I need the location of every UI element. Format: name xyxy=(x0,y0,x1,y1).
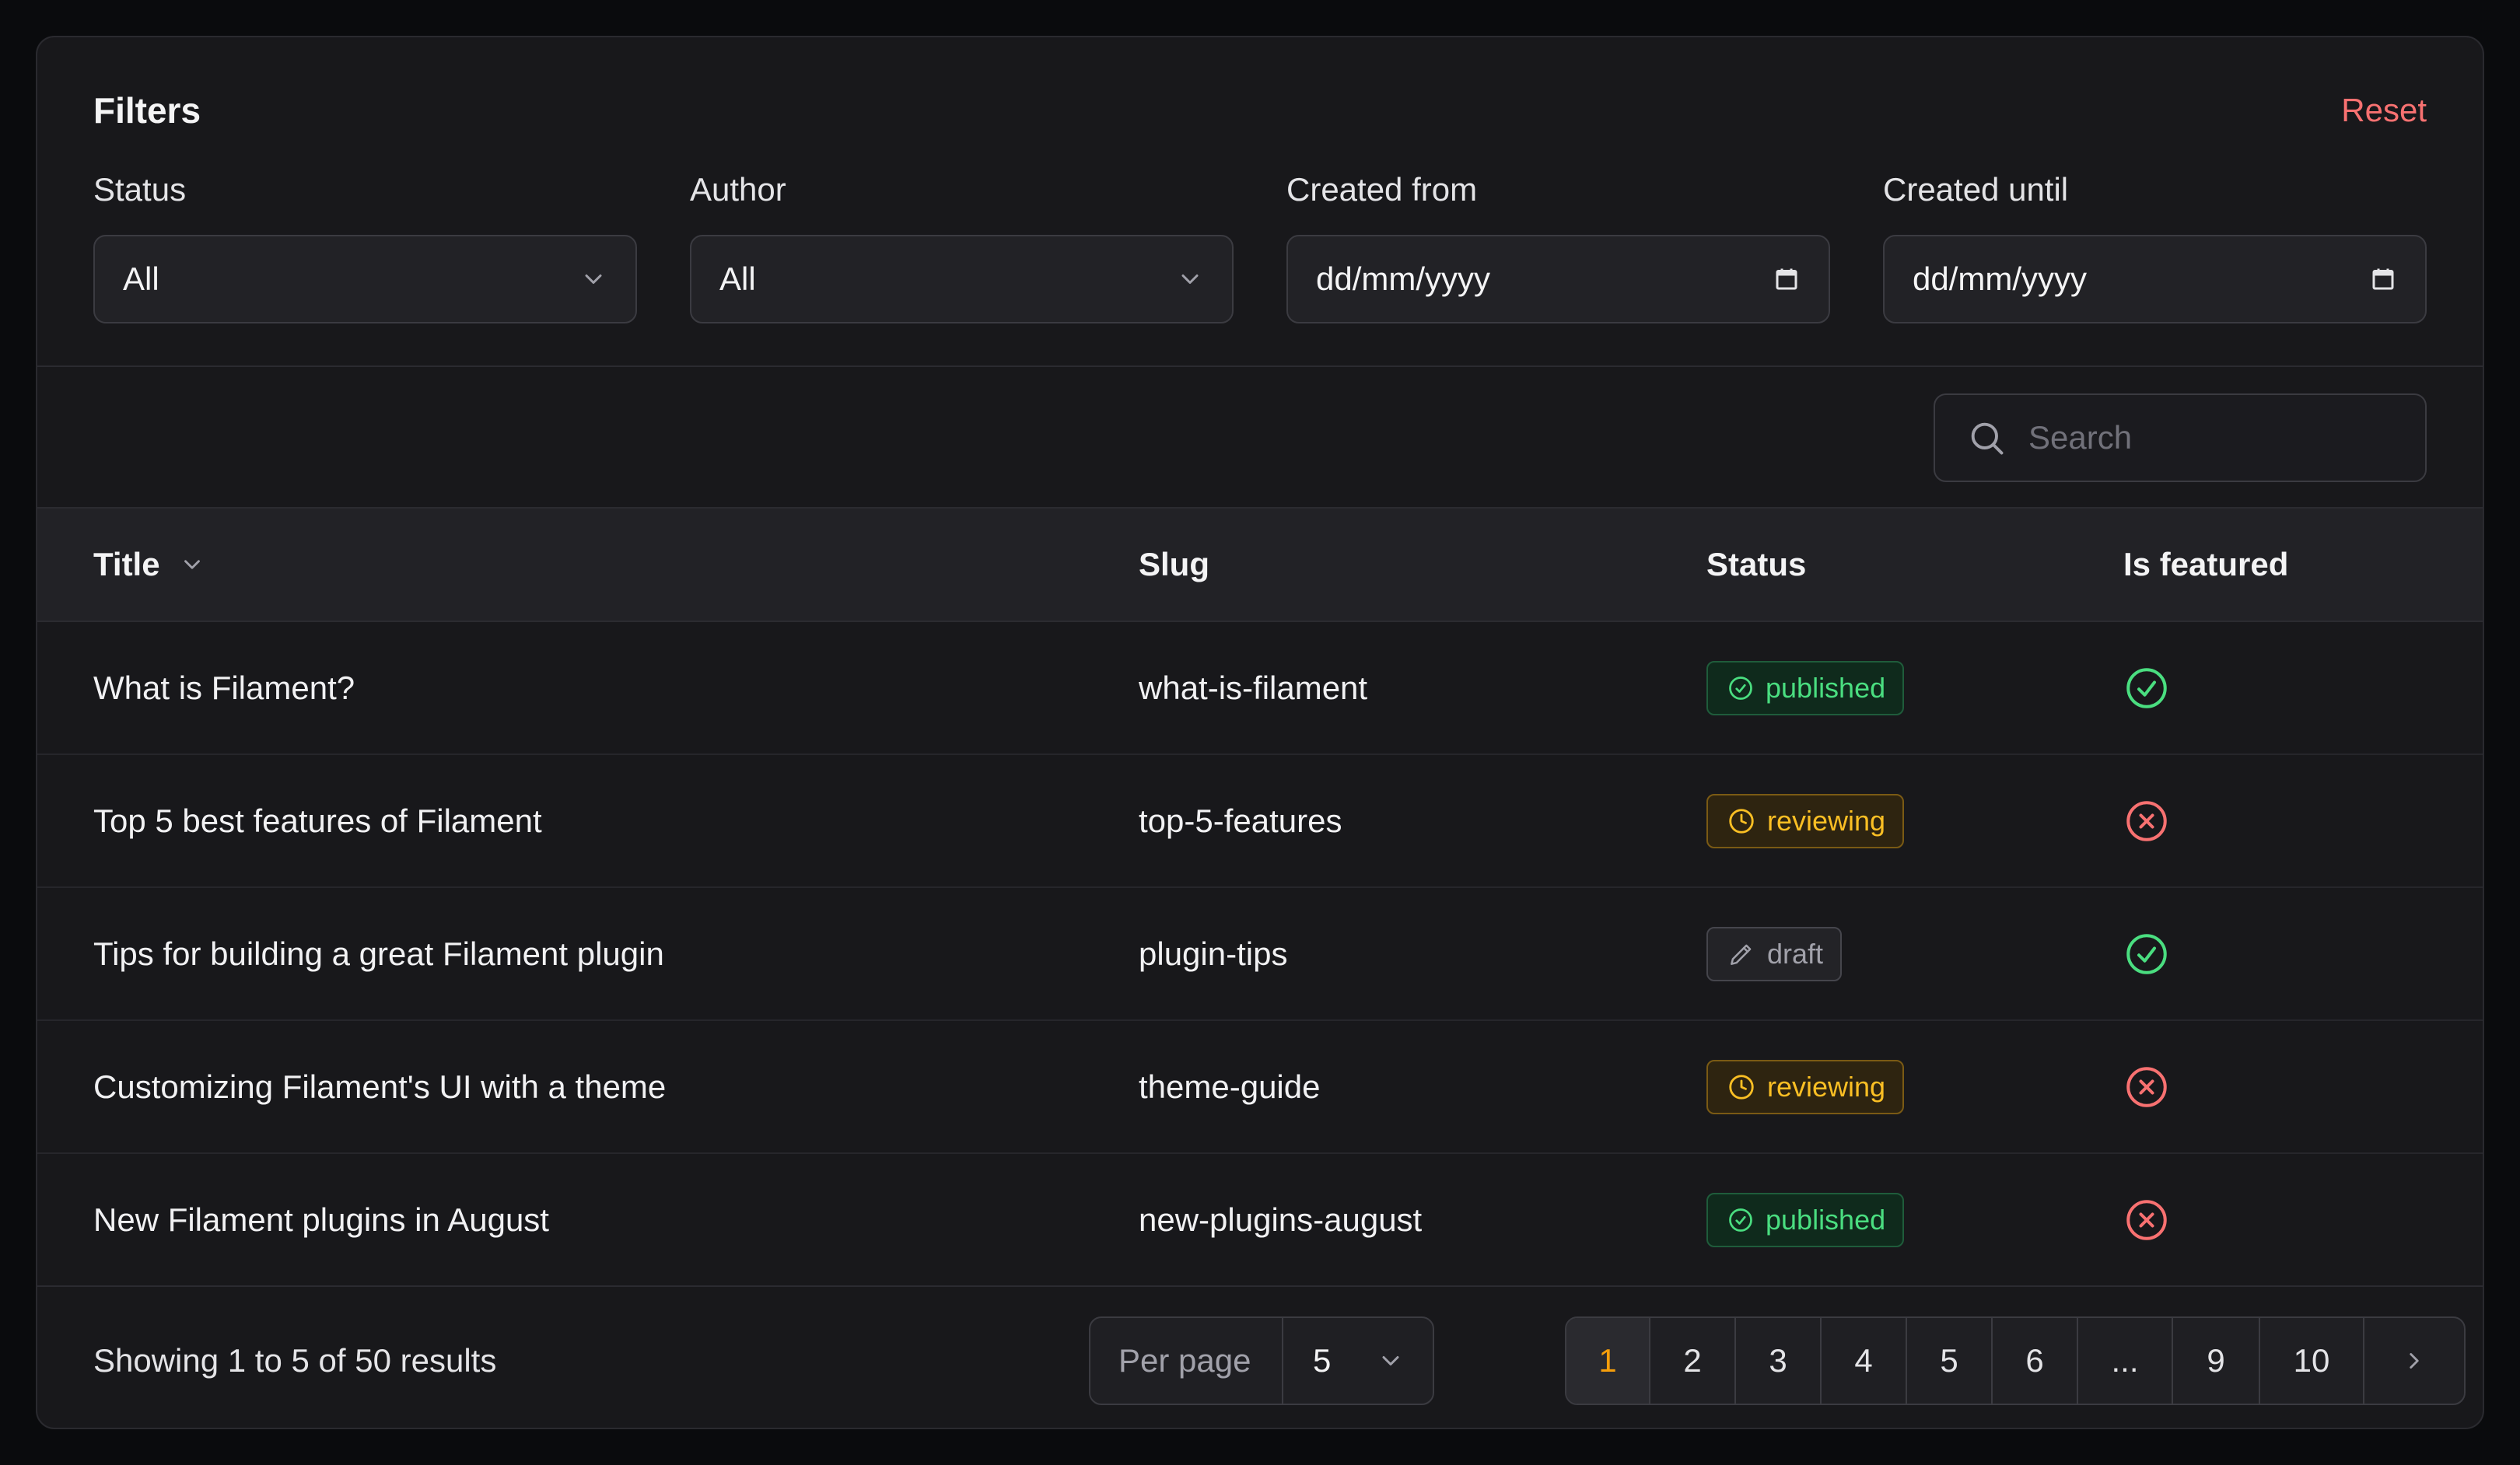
row-slug: plugin-tips xyxy=(1139,935,1288,972)
per-page-select[interactable]: 5 xyxy=(1283,1342,1433,1379)
status-badge: draft xyxy=(1706,926,1843,981)
results-summary: Showing 1 to 5 of 50 results xyxy=(93,1342,497,1379)
featured-true-icon xyxy=(2123,665,2170,712)
filter-created-until: Created until dd/mm/yyyy xyxy=(1883,171,2427,323)
status-badge-label: draft xyxy=(1767,937,1824,970)
row-title: Tips for building a great Filament plugi… xyxy=(93,935,664,972)
sort-chevron-icon[interactable] xyxy=(179,551,205,578)
table-row[interactable]: Customizing Filament's UI with a theme t… xyxy=(37,1021,2483,1154)
filters-panel: Filters Reset Status All Author All Crea… xyxy=(37,37,2483,365)
row-slug: what-is-filament xyxy=(1139,669,1368,706)
calendar-icon[interactable] xyxy=(2369,265,2397,293)
chevron-down-icon xyxy=(579,265,607,293)
search-placeholder: Search xyxy=(2028,419,2133,456)
filter-fields: Status All Author All Created from dd/mm… xyxy=(93,171,2427,323)
author-select-value: All xyxy=(719,260,756,297)
check-circle-icon xyxy=(1727,1206,1755,1234)
featured-false-icon xyxy=(2123,1064,2170,1110)
created-until-value: dd/mm/yyyy xyxy=(1913,260,2088,297)
column-title-label: Title xyxy=(93,546,160,582)
search-icon xyxy=(1966,418,2007,458)
page-button-9[interactable]: 9 xyxy=(2173,1318,2260,1404)
chevron-right-icon xyxy=(2401,1348,2427,1374)
status-badge: published xyxy=(1706,1192,1905,1247)
featured-false-icon xyxy=(2123,1197,2170,1243)
chevron-down-icon xyxy=(1176,265,1204,293)
clock-icon xyxy=(1727,1072,1756,1102)
column-header-status: Status xyxy=(1706,546,1807,582)
featured-false-icon xyxy=(2123,798,2170,844)
search-input[interactable]: Search xyxy=(1934,393,2427,482)
status-badge-label: published xyxy=(1766,671,1886,704)
table-row[interactable]: New Filament plugins in August new-plugi… xyxy=(37,1154,2483,1287)
page-button-6[interactable]: 6 xyxy=(1993,1318,2078,1404)
filter-author: Author All xyxy=(690,171,1234,323)
table-row[interactable]: What is Filament? what-is-filament publi… xyxy=(37,622,2483,755)
reset-button[interactable]: Reset xyxy=(2341,92,2427,129)
page-button-10[interactable]: 10 xyxy=(2260,1318,2364,1404)
status-badge-label: reviewing xyxy=(1767,1070,1886,1103)
page-button-5[interactable]: 5 xyxy=(1907,1318,1993,1404)
page-button-4[interactable]: 4 xyxy=(1822,1318,1907,1404)
filter-status: Status All xyxy=(93,171,637,323)
row-title: Customizing Filament's UI with a theme xyxy=(93,1068,667,1105)
status-badge: published xyxy=(1706,660,1905,715)
column-header-slug: Slug xyxy=(1139,546,1209,582)
chevron-down-icon xyxy=(1377,1347,1405,1375)
row-slug: new-plugins-august xyxy=(1139,1201,1423,1238)
table-header: Title Slug Status Is featured xyxy=(37,507,2483,622)
row-slug: top-5-features xyxy=(1139,802,1342,839)
status-badge-label: reviewing xyxy=(1767,804,1886,837)
table-footer: Showing 1 to 5 of 50 results Per page 5 … xyxy=(37,1287,2483,1428)
row-title: Top 5 best features of Filament xyxy=(93,802,542,839)
check-circle-icon xyxy=(1727,674,1755,702)
table-row[interactable]: Tips for building a great Filament plugi… xyxy=(37,888,2483,1021)
status-badge: reviewing xyxy=(1706,1059,1905,1114)
filter-created-from: Created from dd/mm/yyyy xyxy=(1286,171,1830,323)
filter-created-from-label: Created from xyxy=(1286,171,1478,208)
row-title: New Filament plugins in August xyxy=(93,1201,549,1238)
filters-title: Filters xyxy=(93,90,201,131)
filter-created-until-label: Created until xyxy=(1883,171,2069,208)
pagination: 1 2 3 4 5 6 ... 9 10 xyxy=(1565,1316,2466,1405)
featured-true-icon xyxy=(2123,931,2170,977)
created-from-date-input[interactable]: dd/mm/yyyy xyxy=(1286,235,1830,323)
page-button-2[interactable]: 2 xyxy=(1650,1318,1736,1404)
table-card: Filters Reset Status All Author All Crea… xyxy=(36,36,2484,1429)
column-header-title[interactable]: Title xyxy=(93,546,205,583)
status-badge-label: published xyxy=(1766,1203,1886,1236)
row-slug: theme-guide xyxy=(1139,1068,1321,1105)
page-button-3[interactable]: 3 xyxy=(1736,1318,1822,1404)
pencil-icon xyxy=(1727,939,1756,969)
calendar-icon[interactable] xyxy=(1773,265,1801,293)
filter-author-label: Author xyxy=(690,171,786,208)
row-title: What is Filament? xyxy=(93,669,355,706)
author-select[interactable]: All xyxy=(690,235,1234,323)
table-body: What is Filament? what-is-filament publi… xyxy=(37,622,2483,1287)
page-ellipsis: ... xyxy=(2078,1318,2173,1404)
created-until-date-input[interactable]: dd/mm/yyyy xyxy=(1883,235,2427,323)
next-page-button[interactable] xyxy=(2364,1318,2464,1404)
column-header-featured: Is featured xyxy=(2123,546,2289,582)
status-select[interactable]: All xyxy=(93,235,637,323)
per-page-label: Per page xyxy=(1090,1318,1283,1404)
created-from-value: dd/mm/yyyy xyxy=(1316,260,1491,297)
status-badge: reviewing xyxy=(1706,793,1905,848)
page-button-1[interactable]: 1 xyxy=(1566,1318,1650,1404)
per-page-value: 5 xyxy=(1313,1342,1332,1379)
table-toolbar: Search xyxy=(37,367,2483,507)
filter-status-label: Status xyxy=(93,171,187,208)
filters-header: Filters Reset xyxy=(93,37,2427,171)
table-row[interactable]: Top 5 best features of Filament top-5-fe… xyxy=(37,755,2483,888)
clock-icon xyxy=(1727,806,1756,836)
per-page-control: Per page 5 xyxy=(1089,1316,1434,1405)
status-select-value: All xyxy=(123,260,159,297)
